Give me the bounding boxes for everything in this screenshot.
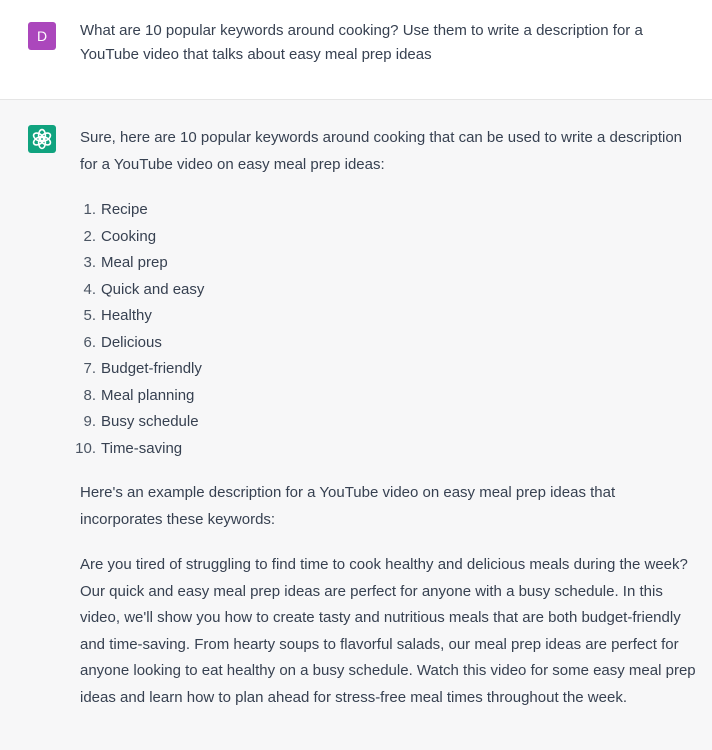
list-number: 2.: [83, 227, 96, 245]
list-number: 4.: [83, 280, 96, 298]
list-number: 9.: [83, 413, 96, 430]
user-avatar: D: [28, 22, 56, 50]
list-item: 10. Time-saving: [75, 436, 700, 463]
list-item: 8. Meal planning: [80, 383, 700, 410]
list-number: 6.: [83, 333, 96, 351]
list-item: 5. Healthy: [80, 303, 700, 330]
keyword-text: Healthy: [101, 307, 152, 324]
keyword-text: Recipe: [101, 201, 148, 218]
keyword-text: Time-saving: [101, 439, 183, 457]
assistant-message-row: Sure, here are 10 popular keywords aroun…: [0, 101, 712, 750]
assistant-intro-text: Sure, here are 10 popular keywords aroun…: [80, 129, 683, 173]
keyword-text: Cooking: [101, 227, 157, 245]
keyword-text: Busy schedule: [101, 413, 199, 430]
list-number: 7.: [83, 360, 96, 377]
list-number: 8.: [83, 386, 96, 404]
openai-logo-icon: [28, 125, 56, 153]
keyword-text: Meal planning: [101, 386, 195, 404]
keyword-text: Delicious: [101, 333, 162, 351]
video-description-text: Are you tired of struggling to find time…: [80, 556, 696, 706]
example-intro-text: Here's an example description for a YouT…: [80, 484, 616, 528]
list-item: 4. Quick and easy: [80, 277, 700, 304]
list-item: 6. Delicious: [80, 330, 700, 357]
user-message-row: D What are 10 popular keywords around co…: [0, 0, 712, 100]
list-item: 2. Cooking: [80, 224, 700, 251]
list-number: 5.: [83, 307, 96, 324]
user-message-text: What are 10 popular keywords around cook…: [80, 22, 643, 63]
list-item: 7. Budget-friendly: [80, 356, 700, 383]
keyword-text: Meal prep: [101, 254, 168, 271]
list-number: 10.: [75, 439, 96, 457]
list-item: 1. Recipe: [80, 197, 700, 224]
keyword-text: Quick and easy: [101, 280, 205, 298]
keyword-list: 1. Recipe 2. Cooking 3. Meal prep 4. Quick a…: [75, 197, 700, 463]
list-number: 3.: [83, 254, 96, 271]
list-item: 3. Meal prep: [80, 250, 700, 277]
keyword-text: Budget-friendly: [101, 360, 202, 377]
list-number: 1.: [83, 201, 96, 218]
assistant-message-body: Sure, here are 10 popular keywords aroun…: [75, 125, 700, 711]
list-item: 9. Busy schedule: [80, 409, 700, 436]
